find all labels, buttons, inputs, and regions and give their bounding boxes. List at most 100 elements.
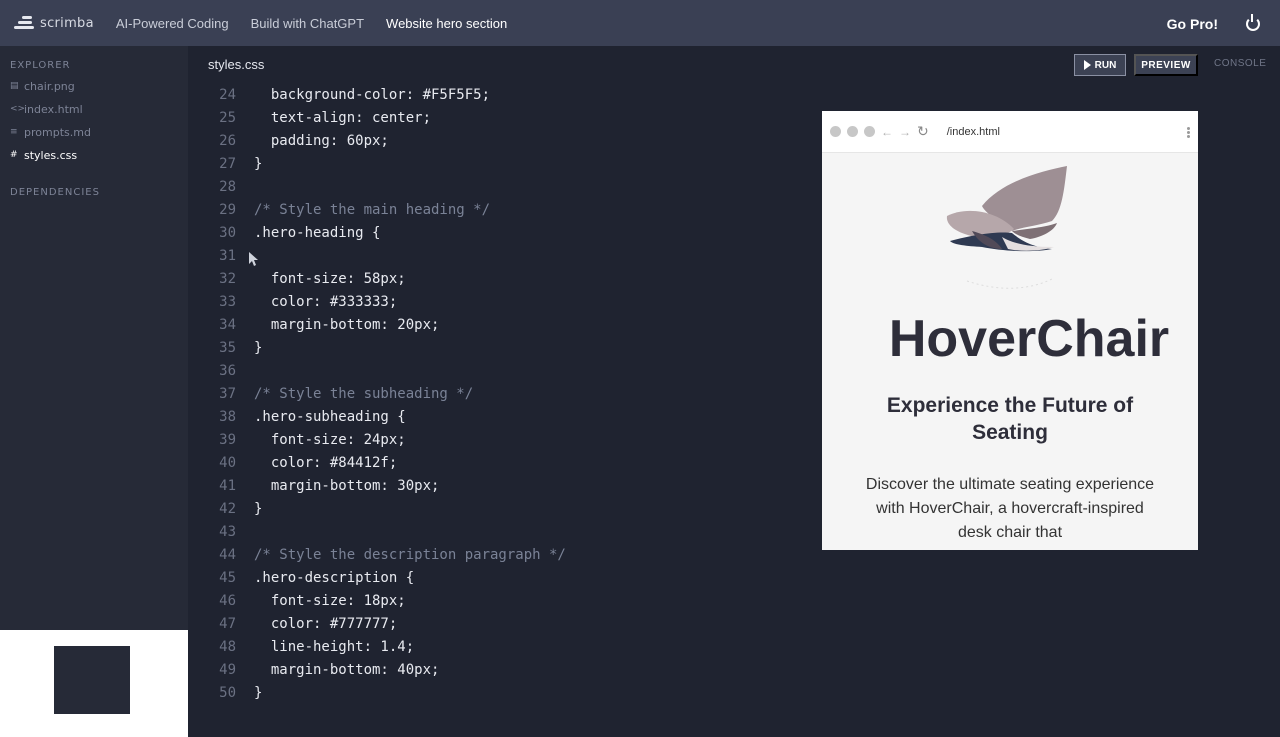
line-number: 30	[219, 225, 236, 241]
code-text: font-size: 18px;	[254, 593, 406, 609]
code-line[interactable]: 41 margin-bottom: 30px;	[188, 475, 818, 498]
code-text: background-color: #F5F5F5;	[254, 87, 491, 103]
code-text: color: #84412f;	[254, 455, 398, 471]
code-text: }	[254, 340, 263, 356]
code-line[interactable]: 26 padding: 60px;	[188, 130, 818, 153]
file-item-prompts-md[interactable]: ≡ prompts.md	[0, 121, 188, 144]
line-number: 29	[219, 202, 236, 218]
code-text: color: #777777;	[254, 616, 398, 632]
code-line[interactable]: 27}	[188, 153, 818, 176]
code-line[interactable]: 50}	[188, 682, 818, 705]
code-line[interactable]: 33 color: #333333;	[188, 291, 818, 314]
code-line[interactable]: 30 .hero-heading {	[188, 222, 818, 245]
sidebar: EXPLORER ▤ chair.png <> index.html ≡ pro…	[0, 46, 188, 737]
console-button[interactable]: CONSOLE	[1214, 58, 1266, 69]
code-line[interactable]: 48 line-height: 1.4;	[188, 636, 818, 659]
explorer-heading: EXPLORER	[10, 60, 71, 71]
power-icon[interactable]	[1246, 14, 1260, 31]
line-number: 33	[219, 294, 236, 310]
line-number: 28	[219, 179, 236, 195]
line-number: 25	[219, 110, 236, 126]
code-line[interactable]: 25 text-align: center;	[188, 107, 818, 130]
line-number: 38	[219, 409, 236, 425]
file-name: chair.png	[24, 80, 75, 93]
code-line[interactable]: 44 /* Style the description paragraph */	[188, 544, 818, 567]
scrimba-logo[interactable]: scrimba	[14, 16, 94, 31]
code-line[interactable]: 49 margin-bottom: 40px;	[188, 659, 818, 682]
forward-arrow-icon[interactable]: →	[899, 125, 911, 139]
code-text: }	[254, 501, 263, 517]
file-item-index-html[interactable]: <> index.html	[0, 98, 188, 121]
code-text: /* Style the main heading */	[254, 202, 491, 218]
line-number: 50	[219, 685, 236, 701]
line-number: 49	[219, 662, 236, 678]
code-line[interactable]: 36	[188, 360, 818, 383]
go-pro-link[interactable]: Go Pro!	[1167, 16, 1218, 32]
back-arrow-icon[interactable]: ←	[881, 125, 893, 139]
code-area[interactable]: 24 background-color: #F5F5F5; 25 text-ali…	[188, 84, 818, 705]
line-number: 47	[219, 616, 236, 632]
line-number: 27	[219, 156, 236, 172]
breadcrumb-lesson[interactable]: Website hero section	[386, 16, 507, 31]
hoverchair-image	[942, 161, 1072, 301]
line-number: 36	[219, 363, 236, 379]
code-line[interactable]: 47 color: #777777;	[188, 613, 818, 636]
code-text: font-size: 24px;	[254, 432, 406, 448]
code-text: margin-bottom: 30px;	[254, 478, 440, 494]
code-text: color: #333333;	[254, 294, 398, 310]
code-text: margin-bottom: 20px;	[254, 317, 440, 333]
hash-icon: #	[10, 150, 18, 160]
code-text: .hero-description {	[254, 570, 415, 586]
code-line[interactable]: 38 .hero-subheading {	[188, 406, 818, 429]
line-number: 39	[219, 432, 236, 448]
url-field[interactable]: /index.html	[947, 126, 1000, 138]
code-line[interactable]: 32 font-size: 58px;	[188, 268, 818, 291]
code-line[interactable]: 46 font-size: 18px;	[188, 590, 818, 613]
code-text: .hero-subheading {	[254, 409, 406, 425]
line-number: 35	[219, 340, 236, 356]
code-line[interactable]: 40 color: #84412f;	[188, 452, 818, 475]
document-icon: ≡	[10, 127, 18, 137]
line-number: 40	[219, 455, 236, 471]
top-bar: scrimba AI-Powered Coding Build with Cha…	[0, 0, 1280, 46]
hero-description: Discover the ultimate seating experience…	[865, 476, 1155, 541]
thumbnail-screen	[54, 646, 130, 714]
code-line[interactable]: 31	[188, 245, 818, 268]
code-line[interactable]: 42}	[188, 498, 818, 521]
code-line[interactable]: 43	[188, 521, 818, 544]
dependencies-heading[interactable]: DEPENDENCIES	[10, 187, 188, 198]
file-item-chair-png[interactable]: ▤ chair.png	[0, 75, 188, 98]
line-number: 31	[219, 248, 236, 264]
code-line[interactable]: 45 .hero-description {	[188, 567, 818, 590]
hero-subheading: Experience the Future of Seating	[886, 394, 1134, 444]
code-line[interactable]: 29 /* Style the main heading */	[188, 199, 818, 222]
run-button[interactable]: RUN	[1074, 54, 1126, 76]
webcam-thumbnail	[0, 630, 188, 737]
breadcrumb-module[interactable]: Build with ChatGPT	[251, 16, 364, 31]
code-line[interactable]: 34 margin-bottom: 20px;	[188, 314, 818, 337]
code-line[interactable]: 39 font-size: 24px;	[188, 429, 818, 452]
preview-button[interactable]: PREVIEW	[1134, 54, 1198, 76]
line-number: 26	[219, 133, 236, 149]
code-line[interactable]: 24 background-color: #F5F5F5;	[188, 84, 818, 107]
code-line[interactable]: 28	[188, 176, 818, 199]
logo-icon	[14, 16, 34, 30]
line-number: 48	[219, 639, 236, 655]
line-number: 24	[219, 87, 236, 103]
code-text: text-align: center;	[254, 110, 432, 126]
file-item-styles-css[interactable]: # styles.css	[0, 144, 188, 167]
window-dot-icon	[830, 126, 841, 137]
file-tab[interactable]: styles.css	[208, 57, 264, 72]
hero-heading: HoverChair	[888, 310, 1170, 368]
window-dot-icon	[847, 126, 858, 137]
kebab-menu-icon[interactable]	[1187, 127, 1190, 139]
line-number: 32	[219, 271, 236, 287]
refresh-icon[interactable]: ↻	[917, 123, 929, 140]
code-line[interactable]: 37 /* Style the subheading */	[188, 383, 818, 406]
code-text: /* Style the description paragraph */	[254, 547, 566, 563]
breadcrumb-course[interactable]: AI-Powered Coding	[116, 16, 229, 31]
image-icon: ▤	[10, 81, 19, 91]
code-text: }	[254, 685, 263, 701]
code-line[interactable]: 35}	[188, 337, 818, 360]
